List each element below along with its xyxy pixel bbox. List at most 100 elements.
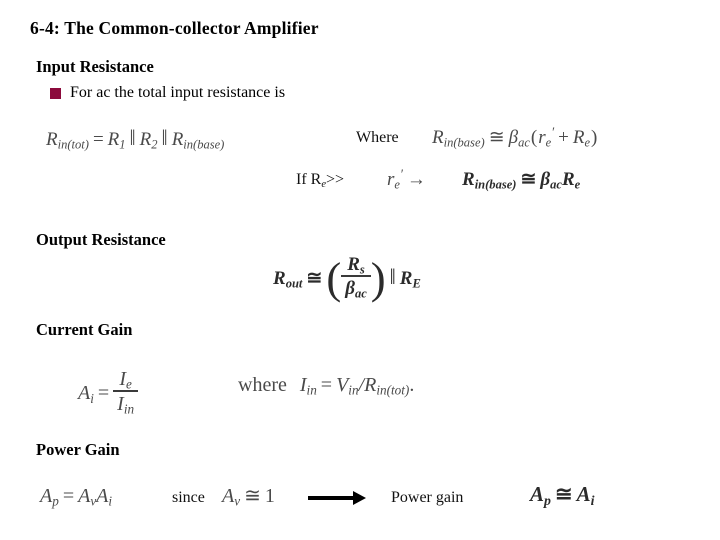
eq-ap-result-lhs: A: [530, 482, 545, 506]
eq-rin-tot-lhs-sub: in(tot): [57, 137, 89, 152]
eq-rout-den-var: β: [345, 278, 355, 300]
eq-iin-lhs-sub: in: [306, 382, 317, 398]
eq-rin-base-beta: β: [508, 127, 519, 148]
page-title: 6-4: The Common-collector Amplifier: [30, 18, 319, 38]
eq-rout-den-sub: ac: [354, 286, 367, 301]
eq-rin-tot-term1-sub: 1: [119, 137, 126, 152]
section-heading-current-gain: Current Gain: [36, 320, 133, 339]
eq-rin-base-approx: ≅: [488, 127, 505, 148]
eq-rout-close-paren: ): [370, 253, 386, 304]
eq-cond-lhs-sub: in(base): [474, 177, 517, 192]
eq-ap-lhs: A: [40, 485, 53, 507]
eq-ap-result-rhs-sub: i: [590, 492, 595, 508]
eq-ap-result-rhs: A: [576, 482, 591, 506]
eq-rin-base-lhs-sub: in(base): [443, 135, 485, 150]
eq-rout-rhs: R: [399, 267, 413, 289]
where-label-input-resistance: Where: [356, 129, 399, 146]
eq-rout-numerator: Rs: [341, 254, 371, 278]
eq-rin-tot-equals: =: [92, 129, 104, 150]
section-heading-input-resistance: Input Resistance: [36, 57, 154, 76]
since-label: since: [172, 489, 205, 506]
equation-ap: Ap = AvAi: [40, 485, 113, 509]
equation-rin-base: Rin(base) ≅ βac(re′ + Re): [432, 125, 598, 150]
equation-ai: Ai = Ie Iin: [78, 369, 139, 417]
eq-rout-rhs-sub: E: [412, 276, 421, 291]
eq-rin-tot-parallel-1: ‖: [129, 126, 136, 150]
eq-iin-v-sub: in: [348, 382, 359, 398]
eq-cond-approx: ≅: [520, 169, 537, 190]
equation-rout: Rout ≅(Rs βac) ‖ RE: [273, 253, 421, 304]
eq-iin-equals: =: [320, 374, 333, 396]
eq-cond-rhs-sub: e: [574, 177, 581, 192]
eq-rin-tot-lhs: R: [46, 129, 58, 150]
eq-rout-open-paren: (: [326, 253, 342, 304]
condition-prefix-text: If R: [296, 171, 322, 188]
bullet-square-icon: [50, 87, 61, 99]
eq-rin-base-beta-sub: ac: [518, 135, 530, 150]
condition-prefix-label: If Re>>: [296, 171, 344, 190]
eq-ai-denominator: Iin: [113, 392, 138, 417]
eq-rin-tot-parallel-2: ‖: [161, 126, 168, 150]
equation-av: Av ≅ 1: [222, 485, 275, 508]
eq-rin-tot-term1: R: [107, 129, 120, 150]
eq-iin-r: R: [364, 374, 377, 396]
condition-implies-arrow-icon: →: [406, 169, 426, 190]
eq-rout-lhs: R: [273, 267, 286, 289]
eq-rin-base-lhs: R: [432, 127, 444, 148]
eq-rout-approx: ≅: [306, 267, 323, 289]
eq-rout-parallel: ‖: [389, 264, 396, 289]
eq-ai-equals: =: [97, 382, 110, 405]
eq-ap-ai: A: [96, 485, 109, 507]
eq-ai-numerator: Ie: [113, 369, 139, 392]
where-label-current-gain: where: [238, 374, 287, 396]
eq-ai-den-var: I: [117, 393, 124, 415]
right-arrow-icon: [308, 491, 366, 505]
eq-iin-period: .: [409, 374, 415, 396]
eq-ap-ai-sub: i: [108, 493, 113, 509]
eq-rout-fraction: Rs βac: [341, 254, 371, 301]
eq-rout-num-var: R: [347, 254, 360, 276]
condition-re-prime-term: re′ →: [387, 167, 430, 191]
eq-iin-v: V: [336, 374, 349, 396]
eq-rin-tot-term2: R: [139, 129, 152, 150]
power-gain-result-label: Power gain: [391, 489, 464, 506]
eq-iin-r-sub: in(tot): [376, 382, 410, 398]
eq-rin-tot-term2-sub: 2: [151, 137, 158, 152]
equation-rin-base-simplified: Rin(base) ≅ βacRe: [462, 169, 581, 192]
eq-rin-base-open-paren: (: [530, 127, 538, 148]
eq-av-lhs: A: [222, 485, 235, 507]
eq-rin-base-close-paren: ): [591, 127, 598, 148]
eq-rout-num-sub: s: [359, 262, 365, 277]
eq-av-value: 1: [264, 485, 275, 507]
bullet-input-resistance-label: For ac the total input resistance is: [70, 84, 286, 101]
eq-ai-lhs: A: [78, 382, 91, 405]
equation-ap-result: Ap ≅ Ai: [530, 482, 595, 508]
eq-iin-lhs: I: [299, 374, 307, 396]
eq-ai-fraction: Ie Iin: [113, 369, 139, 417]
arrow-shaft: [308, 496, 354, 500]
equation-rin-tot: Rin(tot) = R1 ‖ R2 ‖ Rin(base): [46, 126, 225, 152]
eq-rout-denominator: βac: [341, 277, 371, 301]
section-heading-output-resistance: Output Resistance: [36, 230, 166, 249]
eq-ap-result-lhs-sub: p: [544, 492, 551, 508]
eq-rin-tot-term3: R: [171, 129, 184, 150]
arrow-head: [353, 491, 366, 505]
eq-rout-lhs-sub: out: [285, 276, 303, 291]
eq-rin-base-re-prime: r: [538, 127, 546, 148]
slide-canvas: 6-4: The Common-collector Amplifier Inpu…: [0, 0, 720, 540]
eq-ap-result-approx: ≅: [554, 482, 573, 506]
eq-rin-tot-term3-sub: in(base): [183, 137, 225, 152]
eq-cond-beta: β: [540, 169, 551, 190]
eq-cond-lhs: R: [462, 169, 475, 190]
eq-ai-den-sub: in: [123, 401, 135, 417]
section-heading-power-gain: Power Gain: [36, 440, 120, 459]
eq-cond-beta-sub: ac: [550, 177, 562, 192]
bullet-input-resistance: For ac the total input resistance is: [50, 84, 285, 102]
equation-iin: where Iin = Vin/Rin(tot).: [238, 374, 415, 398]
eq-rin-base-plus: +: [558, 127, 569, 148]
condition-greater-than: >>: [326, 171, 345, 188]
eq-ai-num-sub: e: [126, 376, 132, 392]
eq-ap-equals: =: [62, 485, 75, 507]
eq-ap-lhs-sub: p: [52, 493, 59, 509]
eq-rin-base-re: R: [572, 127, 585, 148]
